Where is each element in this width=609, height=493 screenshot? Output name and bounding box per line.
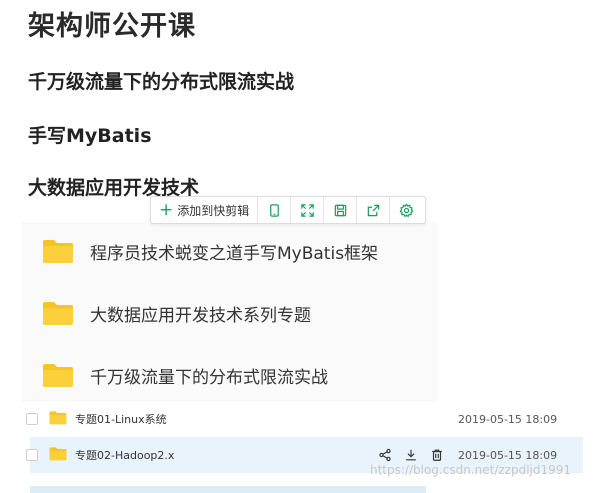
share-button[interactable] <box>357 197 391 223</box>
save-icon <box>334 204 347 216</box>
file-date: 2019-05-15 18:09 <box>458 448 558 462</box>
add-to-clip-label: 添加到快剪辑 <box>177 203 250 218</box>
trash-icon[interactable] <box>430 448 444 462</box>
table-row[interactable]: 专题01-Linux系统 2019-05-15 18:09 <box>0 402 609 436</box>
phone-button[interactable] <box>258 197 292 223</box>
phone-icon <box>269 203 279 217</box>
page-title: 架构师公开课 <box>28 11 196 42</box>
heading-handwritten-mybatis: 手写MyBatis <box>28 125 152 147</box>
file-date: 2019-05-15 18:09 <box>458 412 558 426</box>
folder-item[interactable]: 千万级流量下的分布式限流实战 <box>42 360 328 390</box>
save-button[interactable] <box>324 197 358 223</box>
folder-icon <box>42 238 74 264</box>
folder-icon <box>42 300 74 326</box>
heading-distributed-rate-limiting: 千万级流量下的分布式限流实战 <box>28 71 295 93</box>
floating-toolbar: + 添加到快剪辑 <box>150 196 426 224</box>
row-checkbox[interactable] <box>26 449 38 461</box>
folder-label: 千万级流量下的分布式限流实战 <box>90 367 328 388</box>
folder-panel: 程序员技术蜕变之道手写MyBatis框架 大数据应用开发技术系列专题 千万级流量… <box>22 222 438 402</box>
row-checkbox[interactable] <box>26 413 38 425</box>
folder-icon <box>49 446 67 464</box>
folder-item[interactable]: 程序员技术蜕变之道手写MyBatis框架 <box>42 236 378 266</box>
download-icon[interactable] <box>404 448 418 462</box>
folder-label: 大数据应用开发技术系列专题 <box>90 305 311 326</box>
folder-icon <box>49 410 67 428</box>
expand-icon <box>301 203 314 217</box>
folder-label: 程序员技术蜕变之道手写MyBatis框架 <box>90 243 379 264</box>
share-icon <box>367 204 380 216</box>
fullscreen-button[interactable] <box>291 197 325 223</box>
file-name[interactable]: 专题01-Linux系统 <box>75 411 167 427</box>
share-icon[interactable] <box>378 448 392 462</box>
row-actions <box>378 448 444 462</box>
gear-icon <box>399 202 414 217</box>
watermark: https://blog.csdn.net/zzpdljd1991 <box>370 463 572 477</box>
folder-icon <box>42 362 74 388</box>
next-row-highlight <box>30 486 426 493</box>
folder-item[interactable]: 大数据应用开发技术系列专题 <box>42 298 311 328</box>
plus-icon: + <box>159 199 174 220</box>
add-to-clip-button[interactable]: + 添加到快剪辑 <box>151 197 259 223</box>
file-name[interactable]: 专题02-Hadoop2.x <box>75 447 174 463</box>
settings-button[interactable] <box>390 197 422 223</box>
